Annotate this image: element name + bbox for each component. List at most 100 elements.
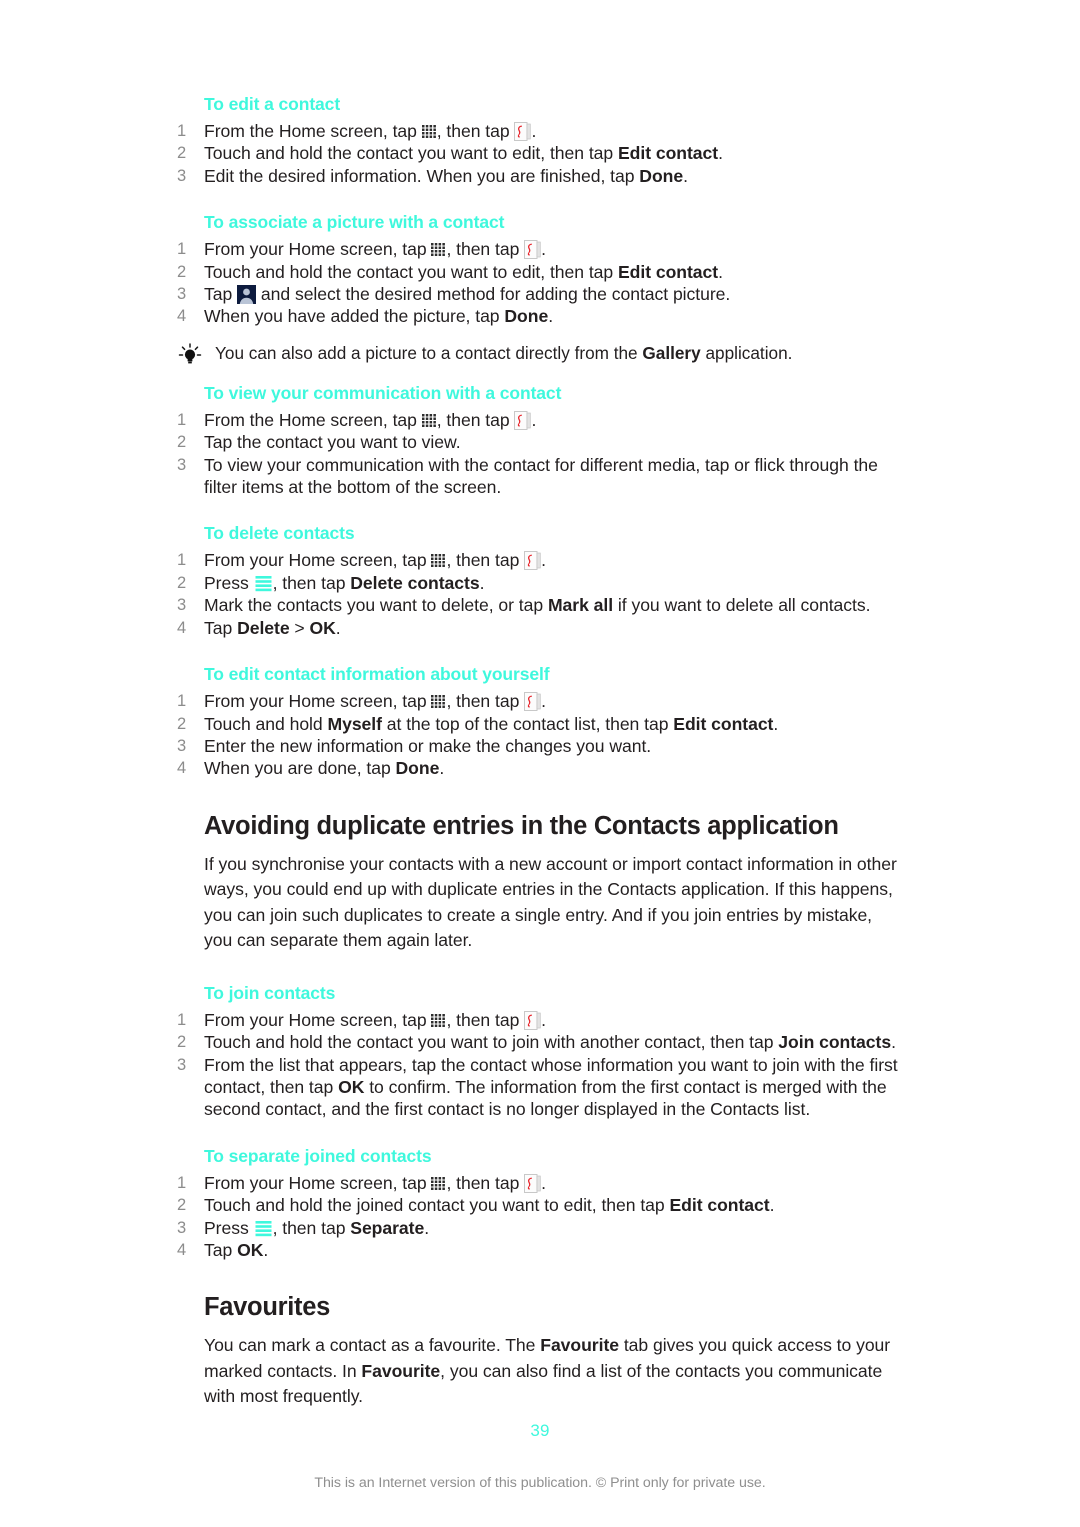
step-number: 1 [177,692,187,711]
step-text: From the list that appears, tap the cont… [204,1054,898,1120]
step-item: 1 From the Home screen, tap , then tap . [177,120,903,142]
procedure-heading-view-communication: To view your communication with a contac… [204,382,562,403]
step-number: 3 [177,166,187,185]
step-item: 2 Tap the contact you want to view. [177,431,903,453]
contacts-book-icon [524,1173,541,1193]
app-grid-icon [431,1174,446,1190]
step-number: 1 [177,240,187,259]
tip-note: You can also add a picture to a contact … [177,342,903,368]
step-item: 4 Tap OK. [177,1239,903,1261]
steps-edit-contact: 1 From the Home screen, tap , then tap .2… [177,120,903,187]
menu-icon [254,575,273,592]
step-text: Touch and hold the contact you want to j… [204,1032,896,1053]
contacts-book-icon [524,692,541,712]
step-text: When you are done, tap Done. [204,758,445,779]
step-text: Tap Delete > OK. [204,617,341,638]
step-item: 1 From your Home screen, tap , then tap . [177,549,903,571]
emphasis-text: OK [309,617,336,638]
app-grid-icon [421,411,437,427]
step-item: 2 Touch and hold Myself at the top of the… [177,713,903,735]
step-text: From the Home screen, tap , then tap . [204,409,537,430]
steps-join-contacts: 1 From your Home screen, tap , then tap .… [177,1009,903,1121]
step-number: 2 [177,262,187,281]
tip-bulb-icon [177,343,203,367]
step-number: 1 [177,122,187,140]
steps-view-communication: 1 From the Home screen, tap , then tap .2… [177,409,903,499]
emphasis-text: Separate [350,1217,425,1238]
step-text: Touch and hold Myself at the top of the … [204,713,779,734]
emphasis-text: Mark all [547,595,614,616]
step-text: From the Home screen, tap , then tap . [204,121,537,141]
step-text: From your Home screen, tap , then tap . [204,239,546,260]
section-heading-avoiding-duplicates: Avoiding duplicate entries in the Contac… [204,811,839,840]
step-number: 3 [177,736,187,755]
step-text: When you have added the picture, tap Don… [204,306,554,327]
app-grid-icon [431,692,446,709]
step-number: 3 [177,455,187,474]
emphasis-text: Favourite [540,1335,619,1356]
contacts-book-icon [514,122,532,141]
emphasis-text: Favourite [361,1360,441,1381]
step-number: 4 [177,1240,187,1259]
step-number: 1 [177,1010,187,1029]
step-item: 3 From the list that appears, tap the con… [177,1054,903,1121]
emphasis-text: Delete contacts [350,572,480,593]
step-number: 3 [177,596,187,615]
page-number: 39 [530,1421,550,1440]
step-item: 3 Edit the desired information. When you … [177,165,903,187]
steps-separate-contacts: 1 From your Home screen, tap , then tap .… [177,1172,903,1262]
step-item: 1 From the Home screen, tap , then tap . [177,409,903,431]
step-text: Touch and hold the joined contact you wa… [204,1195,775,1216]
emphasis-text: Myself [327,713,382,734]
step-text: Press , then tap Delete contacts. [204,572,485,593]
step-number: 4 [177,307,187,326]
app-grid-icon [421,122,437,138]
procedure-heading-edit-own-info: To edit contact information about yourse… [204,664,550,685]
step-text: Touch and hold the contact you want to e… [204,261,723,282]
step-number: 3 [177,1055,187,1074]
contacts-book-icon [524,551,541,571]
step-item: 3 Tap and select the desired method for a… [177,283,903,305]
step-item: 1 From your Home screen, tap , then tap . [177,1172,903,1194]
steps-edit-own-info: 1 From your Home screen, tap , then tap .… [177,690,903,780]
step-number: 3 [177,285,187,304]
app-grid-icon [431,1011,446,1027]
emphasis-text: Join contacts [778,1032,892,1053]
step-text: Mark the contacts you want to delete, or… [204,595,871,616]
contact-avatar-icon [237,285,257,305]
step-item: 3 Mark the contacts you want to delete, o… [177,594,903,616]
step-number: 1 [177,551,187,570]
step-text: To view your communication with the cont… [204,454,878,498]
step-number: 2 [177,714,187,733]
procedure-heading-edit-contact: To edit a contact [204,94,341,114]
step-text: From your Home screen, tap , then tap . [204,1172,546,1193]
step-text: From your Home screen, tap , then tap . [204,550,546,571]
step-number: 1 [177,1173,187,1192]
emphasis-text: OK [237,1239,264,1260]
procedure-heading-associate-picture: To associate a picture with a contact [204,212,505,233]
step-item: 4 Tap Delete > OK. [177,617,903,639]
emphasis-text: Edit contact [669,1195,770,1216]
procedure-heading-join-contacts: To join contacts [204,982,336,1003]
steps-delete-contacts: 1 From your Home screen, tap , then tap .… [177,549,903,639]
emphasis-text: Done [504,306,549,327]
step-number: 2 [177,433,187,452]
step-item: 3 Enter the new information or make the c… [177,735,903,757]
document-page: To edit a contact 1 From the Home screen,… [0,0,1080,1527]
step-text: Edit the desired information. When you a… [204,165,688,186]
emphasis-text: Delete [237,617,290,638]
tip-text: You can also add a picture to a contact … [215,342,793,363]
contacts-book-icon [524,1010,541,1030]
emphasis-text: Edit contact [617,143,719,164]
step-number: 4 [177,618,187,637]
footer-copyright-note: This is an Internet version of this publ… [314,1475,766,1491]
step-item: 4 When you are done, tap Done. [177,757,903,779]
step-item: 1 From your Home screen, tap , then tap . [177,1009,903,1031]
step-item: 2 Touch and hold the contact you want to … [177,1031,903,1053]
step-text: Tap and select the desired method for ad… [204,284,731,305]
